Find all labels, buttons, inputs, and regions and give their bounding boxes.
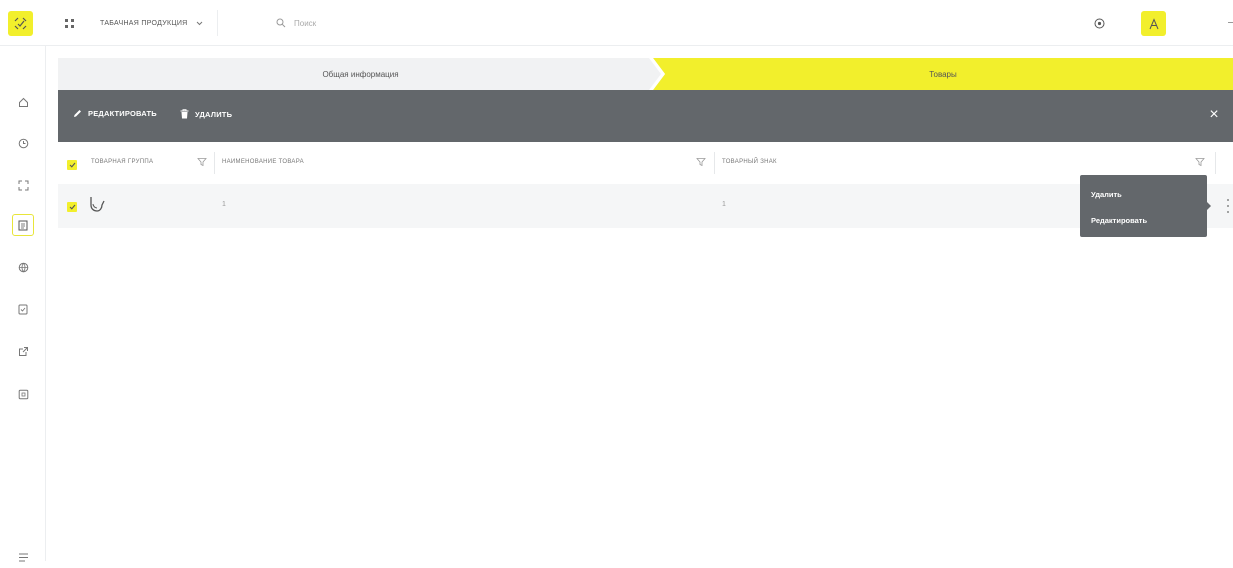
target-icon[interactable]	[1090, 14, 1108, 32]
pencil-icon	[74, 110, 81, 117]
delete-button[interactable]: УДАЛИТЬ	[180, 109, 232, 119]
tobacco-pipe-icon	[90, 197, 105, 212]
select-all-checkbox[interactable]	[67, 160, 77, 170]
edit-label: РЕДАКТИРОВАТЬ	[88, 109, 157, 118]
search-input[interactable]: Поиск	[276, 14, 316, 32]
tab-general-info[interactable]: Общая информация	[58, 58, 663, 90]
divider	[714, 152, 715, 174]
documents-icon[interactable]	[12, 214, 34, 236]
product-name-cell: 1	[222, 201, 226, 208]
row-checkbox[interactable]	[67, 202, 77, 212]
divider	[1228, 22, 1233, 23]
divider	[1215, 152, 1216, 174]
product-group-label: ТАБАЧНАЯ ПРОДУКЦИЯ	[100, 19, 188, 27]
check-icon	[69, 162, 75, 168]
column-header-product-name[interactable]: НАИМЕНОВАНИЕ ТОВАРА	[222, 159, 304, 165]
table-row[interactable]: 1 1	[58, 184, 1233, 228]
table-header: ТОВАРНАЯ ГРУППА НАИМЕНОВАНИЕ ТОВАРА ТОВА…	[58, 142, 1233, 184]
product-group-select[interactable]: ТАБАЧНАЯ ПРОДУКЦИЯ	[100, 14, 203, 32]
filter-icon[interactable]	[1195, 157, 1205, 167]
user-avatar-icon[interactable]	[1141, 11, 1166, 36]
chevron-down-icon	[196, 21, 202, 25]
file-check-icon[interactable]	[12, 298, 34, 320]
scan-icon[interactable]	[12, 174, 34, 196]
column-header-product-group[interactable]: ТОВАРНАЯ ГРУППА	[91, 159, 153, 165]
top-bar: ТАБАЧНАЯ ПРОДУКЦИЯ Поиск	[0, 0, 1233, 46]
apps-grid-icon[interactable]	[61, 15, 77, 31]
filter-icon[interactable]	[197, 157, 207, 167]
action-bar: РЕДАКТИРОВАТЬ УДАЛИТЬ ×	[58, 90, 1233, 142]
trademark-cell: 1	[722, 201, 726, 208]
row-context-menu: Удалить Редактировать	[1080, 175, 1207, 237]
more-options-icon[interactable]	[1226, 199, 1230, 213]
edit-button[interactable]: РЕДАКТИРОВАТЬ	[73, 109, 157, 118]
search-icon	[276, 18, 286, 28]
archive-icon[interactable]	[12, 383, 34, 405]
tab-label: Общая информация	[322, 69, 399, 79]
menu-item-delete[interactable]: Удалить	[1091, 190, 1122, 199]
home-icon[interactable]	[12, 91, 34, 113]
menu-icon[interactable]	[12, 546, 34, 568]
filter-icon[interactable]	[696, 157, 706, 167]
menu-pointer	[1206, 201, 1211, 211]
divider	[214, 152, 215, 174]
tab-label: Товары	[929, 69, 957, 79]
sidebar	[0, 46, 46, 561]
menu-item-edit[interactable]: Редактировать	[1091, 216, 1147, 225]
globe-icon[interactable]	[12, 256, 34, 278]
logo-icon[interactable]	[8, 11, 33, 36]
search-placeholder: Поиск	[294, 18, 317, 28]
delete-label: УДАЛИТЬ	[195, 109, 233, 119]
column-header-trademark[interactable]: ТОВАРНЫЙ ЗНАК	[722, 159, 777, 165]
close-icon[interactable]: ×	[1207, 107, 1221, 123]
tab-products[interactable]: Товары	[653, 58, 1233, 90]
check-icon	[69, 204, 75, 210]
steps-bar: Общая информация Товары	[58, 58, 1233, 90]
divider	[217, 10, 218, 36]
clock-icon[interactable]	[12, 132, 34, 154]
trash-icon	[180, 109, 189, 119]
external-link-icon[interactable]	[12, 340, 34, 362]
